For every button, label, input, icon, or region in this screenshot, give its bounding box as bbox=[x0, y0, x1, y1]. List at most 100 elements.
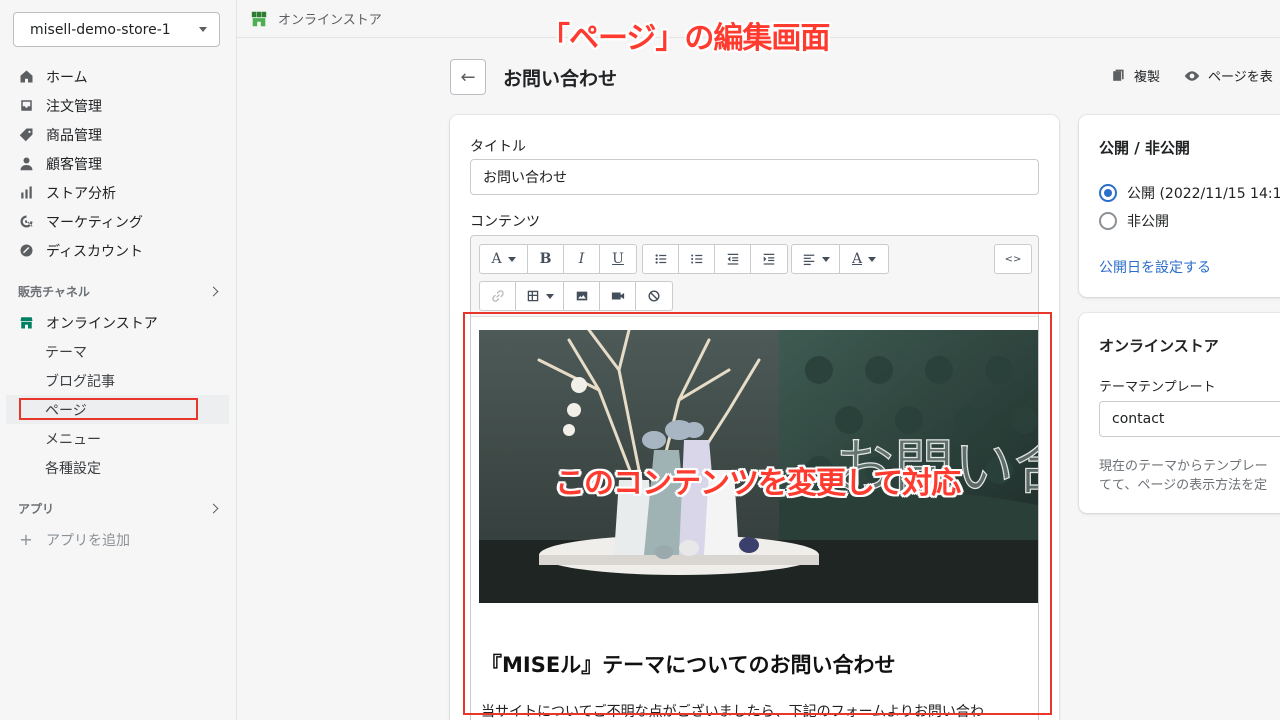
template-help-line-1: 現在のテーマからテンプレー bbox=[1099, 459, 1268, 474]
video-icon bbox=[611, 292, 624, 300]
content-label: コンテンツ bbox=[470, 214, 540, 230]
nav-item-products[interactable]: 商品管理 bbox=[0, 120, 237, 149]
nav-item-discounts[interactable]: ディスカウント bbox=[0, 236, 237, 265]
set-publish-date-link[interactable]: 公開日を設定する bbox=[1099, 257, 1211, 277]
view-page-button[interactable]: ページを表 bbox=[1184, 66, 1273, 85]
duplicate-button[interactable]: 複製 bbox=[1110, 66, 1160, 85]
title-input[interactable]: お問い合わせ bbox=[470, 159, 1039, 195]
sales-channels-heading[interactable]: 販売チャネル bbox=[0, 279, 237, 303]
text-color-icon: A bbox=[851, 251, 863, 267]
annotation-box-pages bbox=[19, 398, 198, 420]
toolbar-list-group bbox=[642, 244, 788, 274]
nav-item-analytics[interactable]: ストア分析 bbox=[0, 178, 237, 207]
clear-format-icon bbox=[648, 290, 660, 302]
bullet-list-button[interactable] bbox=[643, 245, 679, 273]
nav-label: ディスカウント bbox=[46, 243, 144, 260]
apps-label: アプリ bbox=[18, 501, 55, 516]
bullet-list-icon bbox=[654, 254, 666, 264]
underline-icon: U bbox=[612, 251, 624, 267]
main-nav: ホーム 注文管理 商品管理 顧客管理 ストア分析 マーケティング ディスカウント bbox=[0, 62, 237, 554]
chevron-right-icon bbox=[208, 286, 219, 296]
radio-unchecked-icon bbox=[1099, 212, 1117, 230]
nav-item-online-store[interactable]: オンラインストア bbox=[0, 308, 237, 337]
chevron-down-icon bbox=[199, 27, 207, 32]
indent-button[interactable] bbox=[751, 245, 787, 273]
numbered-list-button[interactable] bbox=[679, 245, 715, 273]
toolbar-align-group: A bbox=[791, 244, 889, 274]
annotation-content: このコンテンツを変更して対応 bbox=[555, 466, 961, 501]
video-button[interactable] bbox=[600, 282, 636, 310]
chevron-down-icon bbox=[545, 293, 554, 299]
template-label: テーマテンプレート bbox=[1099, 380, 1216, 395]
text-color-button[interactable]: A bbox=[840, 245, 888, 273]
radio-private[interactable]: 非公開 bbox=[1099, 211, 1169, 231]
online-store-card: オンラインストア テーマテンプレート contact 現在のテーマからテンプレー… bbox=[1079, 313, 1280, 513]
template-help-line-2: てて、ページの表示方法を定 bbox=[1099, 478, 1268, 493]
page-title: お問い合わせ bbox=[503, 68, 618, 90]
align-left-icon bbox=[803, 254, 814, 266]
apps-heading[interactable]: アプリ bbox=[0, 496, 237, 520]
chevron-down-icon bbox=[507, 256, 516, 262]
nav-label: 商品管理 bbox=[46, 127, 102, 144]
nav-item-marketing[interactable]: マーケティング bbox=[0, 207, 237, 236]
back-button[interactable]: ← bbox=[450, 59, 486, 95]
sub-item-menu[interactable]: メニュー bbox=[0, 424, 237, 453]
align-button[interactable] bbox=[792, 245, 840, 273]
visibility-heading: 公開 / 非公開 bbox=[1099, 139, 1190, 157]
radio-checked-icon bbox=[1099, 184, 1117, 202]
person-icon bbox=[18, 156, 34, 172]
add-app-label: アプリを追加 bbox=[46, 532, 130, 549]
nav-item-home[interactable]: ホーム bbox=[0, 62, 237, 91]
arrow-left-icon: ← bbox=[460, 66, 476, 88]
breadcrumb[interactable]: オンラインストア bbox=[278, 9, 382, 28]
tag-icon bbox=[18, 127, 34, 143]
nav-label: オンラインストア bbox=[46, 315, 158, 332]
toolbar-insert-group bbox=[479, 281, 673, 311]
template-select[interactable]: contact bbox=[1099, 401, 1280, 437]
toolbar-html-group: <> bbox=[994, 244, 1032, 274]
view-page-label: ページを表 bbox=[1208, 70, 1273, 85]
table-icon bbox=[527, 290, 538, 302]
link-button[interactable] bbox=[480, 282, 516, 310]
clear-format-button[interactable] bbox=[636, 282, 672, 310]
code-icon: <> bbox=[1004, 253, 1022, 265]
nav-label: 注文管理 bbox=[46, 98, 102, 115]
nav-item-customers[interactable]: 顧客管理 bbox=[0, 149, 237, 178]
nav-label: マーケティング bbox=[46, 214, 143, 231]
radio-public-label: 公開 (2022/11/15 14:15 よ bbox=[1127, 186, 1280, 202]
link-icon bbox=[491, 290, 504, 302]
store-icon bbox=[18, 315, 34, 331]
sub-item-theme[interactable]: テーマ bbox=[0, 337, 237, 366]
nav-label: ストア分析 bbox=[46, 185, 116, 202]
sales-channels-label: 販売チャネル bbox=[18, 284, 90, 299]
sub-item-settings[interactable]: 各種設定 bbox=[0, 453, 237, 482]
eye-icon bbox=[1184, 70, 1200, 81]
discount-icon bbox=[18, 243, 34, 259]
radio-public[interactable]: 公開 (2022/11/15 14:15 よ bbox=[1099, 183, 1280, 203]
numbered-list-icon bbox=[690, 254, 702, 264]
duplicate-icon bbox=[1113, 69, 1124, 81]
html-source-button[interactable]: <> bbox=[995, 245, 1031, 273]
font-style-button[interactable]: A bbox=[480, 245, 528, 273]
outdent-icon bbox=[727, 253, 738, 265]
image-button[interactable] bbox=[564, 282, 600, 310]
nav-item-orders[interactable]: 注文管理 bbox=[0, 91, 237, 120]
store-icon bbox=[251, 11, 267, 26]
annotation-title: 「ページ」の編集画面 bbox=[540, 21, 830, 56]
nav-label: ホーム bbox=[46, 69, 88, 86]
annotation-box-content bbox=[463, 312, 1052, 715]
italic-button[interactable]: I bbox=[564, 245, 600, 273]
bold-button[interactable]: B bbox=[528, 245, 564, 273]
underline-button[interactable]: U bbox=[600, 245, 636, 273]
plus-icon: + bbox=[19, 530, 33, 549]
visibility-card: 公開 / 非公開 公開 (2022/11/15 14:15 よ 非公開 公開日を… bbox=[1079, 115, 1280, 297]
outdent-button[interactable] bbox=[715, 245, 751, 273]
toolbar-format-group: A B I U bbox=[479, 244, 637, 274]
italic-icon: I bbox=[578, 251, 585, 267]
title-label: タイトル bbox=[470, 139, 526, 155]
duplicate-label: 複製 bbox=[1134, 70, 1161, 85]
table-button[interactable] bbox=[516, 282, 564, 310]
store-selector[interactable]: misell-demo-store-1 bbox=[13, 12, 220, 47]
add-app-button[interactable]: + アプリを追加 bbox=[0, 525, 237, 554]
sub-item-blog[interactable]: ブログ記事 bbox=[0, 366, 237, 395]
